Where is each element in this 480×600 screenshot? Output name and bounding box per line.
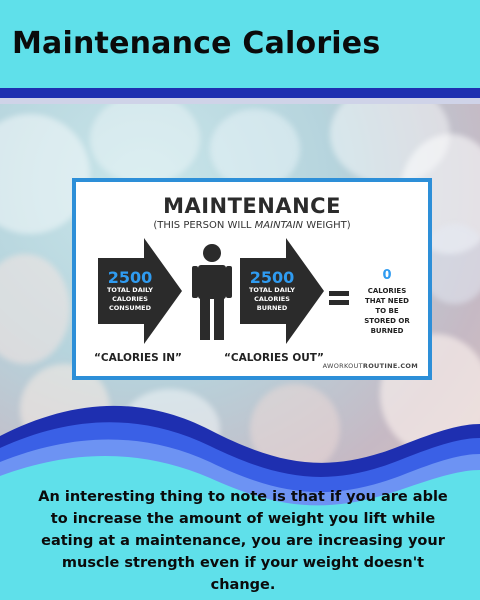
- maintenance-infographic: MAINTENANCE (THIS PERSON WILL MAINTAIN W…: [72, 178, 432, 380]
- infographic-subtitle: (THIS PERSON WILL MAINTAIN WEIGHT): [153, 220, 351, 231]
- calories-in-number: 2500: [107, 268, 153, 287]
- calories-in-label: TOTAL DAILY CALORIES CONSUMED: [106, 286, 153, 312]
- result-label: CALORIES THAT NEED TO BE STORED OR BURNE…: [364, 287, 410, 335]
- calories-out-label: TOTAL DAILY CALORIES BURNED: [248, 286, 295, 312]
- header-band: Maintenance Calories: [0, 0, 480, 90]
- infographic-title: MAINTENANCE: [163, 194, 341, 218]
- infographic-panel: MAINTENANCE (THIS PERSON WILL MAINTAIN W…: [76, 182, 428, 376]
- result-number: 0: [382, 268, 392, 283]
- page-title: Maintenance Calories: [12, 26, 381, 61]
- person-icon: [192, 244, 232, 340]
- calories-out-number: 2500: [249, 268, 295, 287]
- header-divider: [0, 88, 480, 98]
- equals-icon: [329, 291, 349, 305]
- source-site: AWORKOUTROUTINE.COM: [322, 362, 418, 370]
- calories-out-caption: “CALORIES OUT”: [224, 352, 324, 364]
- calories-in-caption: “CALORIES IN”: [94, 352, 182, 364]
- body-paragraph: An interesting thing to note is that if …: [38, 489, 448, 593]
